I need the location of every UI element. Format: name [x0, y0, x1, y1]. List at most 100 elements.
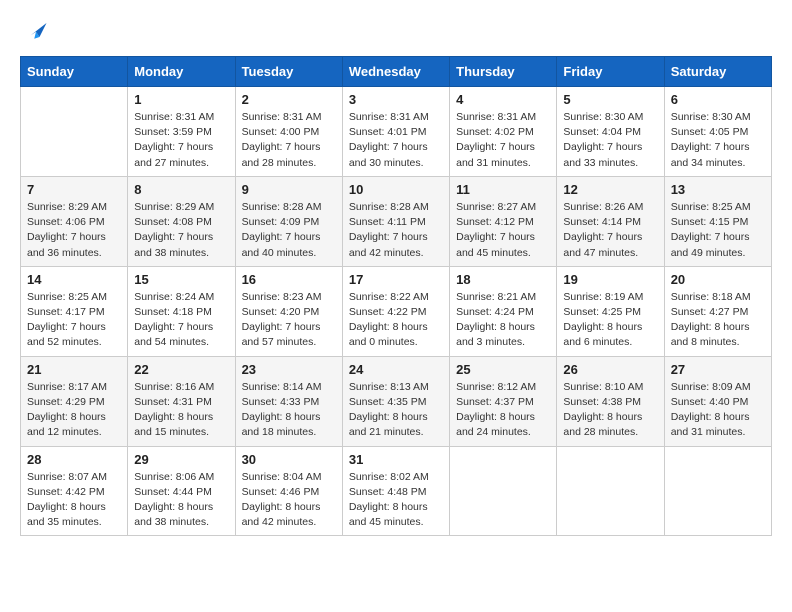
day-info: Sunrise: 8:13 AM Sunset: 4:35 PM Dayligh… [349, 380, 443, 441]
calendar-cell: 28 Sunrise: 8:07 AM Sunset: 4:42 PM Dayli… [21, 446, 128, 536]
calendar-cell: 11Sunrise: 8:27 AM Sunset: 4:12 PM Dayli… [450, 176, 557, 266]
calendar-cell: 19 Sunrise: 8:19 AM Sunset: 4:25 PM Dayli… [557, 266, 664, 356]
day-info: Sunrise: 8:18 AM Sunset: 4:27 PM Dayligh… [671, 290, 765, 351]
day-number: 1 [134, 92, 228, 107]
day-info: Sunrise: 8:30 AM Sunset: 4:05 PM Dayligh… [671, 110, 765, 171]
calendar-cell: 18 Sunrise: 8:21 AM Sunset: 4:24 PM Dayli… [450, 266, 557, 356]
day-number: 11 [456, 182, 550, 197]
day-number: 19 [563, 272, 657, 287]
day-info: Sunrise: 8:28 AM Sunset: 4:11 PM Dayligh… [349, 200, 443, 261]
day-number: 16 [242, 272, 336, 287]
day-number: 15 [134, 272, 228, 287]
day-info: Sunrise: 8:09 AM Sunset: 4:40 PM Dayligh… [671, 380, 765, 441]
calendar-cell: 27 Sunrise: 8:09 AM Sunset: 4:40 PM Dayli… [664, 356, 771, 446]
day-info: Sunrise: 8:21 AM Sunset: 4:24 PM Dayligh… [456, 290, 550, 351]
day-info: Sunrise: 8:28 AM Sunset: 4:09 PM Dayligh… [242, 200, 336, 261]
day-number: 28 [27, 452, 121, 467]
weekday-header-wednesday: Wednesday [342, 57, 449, 87]
calendar-cell: 20 Sunrise: 8:18 AM Sunset: 4:27 PM Dayli… [664, 266, 771, 356]
calendar-cell: 14 Sunrise: 8:25 AM Sunset: 4:17 PM Dayli… [21, 266, 128, 356]
day-info: Sunrise: 8:17 AM Sunset: 4:29 PM Dayligh… [27, 380, 121, 441]
weekday-header-tuesday: Tuesday [235, 57, 342, 87]
calendar-week-row: 21 Sunrise: 8:17 AM Sunset: 4:29 PM Dayli… [21, 356, 772, 446]
day-info: Sunrise: 8:22 AM Sunset: 4:22 PM Dayligh… [349, 290, 443, 351]
weekday-header-monday: Monday [128, 57, 235, 87]
weekday-header-saturday: Saturday [664, 57, 771, 87]
calendar-cell: 6 Sunrise: 8:30 AM Sunset: 4:05 PM Daylig… [664, 87, 771, 177]
calendar-cell [450, 446, 557, 536]
calendar-week-row: 14 Sunrise: 8:25 AM Sunset: 4:17 PM Dayli… [21, 266, 772, 356]
header [20, 16, 772, 46]
day-info: Sunrise: 8:30 AM Sunset: 4:04 PM Dayligh… [563, 110, 657, 171]
day-info: Sunrise: 8:06 AM Sunset: 4:44 PM Dayligh… [134, 470, 228, 531]
calendar-cell: 1 Sunrise: 8:31 AM Sunset: 3:59 PM Daylig… [128, 87, 235, 177]
day-info: Sunrise: 8:25 AM Sunset: 4:17 PM Dayligh… [27, 290, 121, 351]
day-number: 23 [242, 362, 336, 377]
day-info: Sunrise: 8:31 AM Sunset: 4:02 PM Dayligh… [456, 110, 550, 171]
calendar-cell: 9Sunrise: 8:28 AM Sunset: 4:09 PM Daylig… [235, 176, 342, 266]
day-info: Sunrise: 8:14 AM Sunset: 4:33 PM Dayligh… [242, 380, 336, 441]
day-info: Sunrise: 8:29 AM Sunset: 4:08 PM Dayligh… [134, 200, 228, 261]
day-number: 29 [134, 452, 228, 467]
day-info: Sunrise: 8:02 AM Sunset: 4:48 PM Dayligh… [349, 470, 443, 531]
day-info: Sunrise: 8:31 AM Sunset: 4:00 PM Dayligh… [242, 110, 336, 171]
day-number: 7 [27, 182, 121, 197]
day-number: 25 [456, 362, 550, 377]
calendar-cell: 10 Sunrise: 8:28 AM Sunset: 4:11 PM Dayli… [342, 176, 449, 266]
day-number: 8 [134, 182, 228, 197]
calendar-week-row: 7 Sunrise: 8:29 AM Sunset: 4:06 PM Daylig… [21, 176, 772, 266]
calendar-table: SundayMondayTuesdayWednesdayThursdayFrid… [20, 56, 772, 536]
calendar-cell: 26 Sunrise: 8:10 AM Sunset: 4:38 PM Dayli… [557, 356, 664, 446]
day-number: 5 [563, 92, 657, 107]
logo [20, 16, 50, 46]
day-info: Sunrise: 8:16 AM Sunset: 4:31 PM Dayligh… [134, 380, 228, 441]
day-number: 17 [349, 272, 443, 287]
day-info: Sunrise: 8:19 AM Sunset: 4:25 PM Dayligh… [563, 290, 657, 351]
calendar-cell: 17 Sunrise: 8:22 AM Sunset: 4:22 PM Dayli… [342, 266, 449, 356]
calendar-cell: 4 Sunrise: 8:31 AM Sunset: 4:02 PM Daylig… [450, 87, 557, 177]
day-info: Sunrise: 8:12 AM Sunset: 4:37 PM Dayligh… [456, 380, 550, 441]
day-number: 10 [349, 182, 443, 197]
day-number: 31 [349, 452, 443, 467]
calendar-page: SundayMondayTuesdayWednesdayThursdayFrid… [0, 0, 792, 612]
calendar-cell: 5 Sunrise: 8:30 AM Sunset: 4:04 PM Daylig… [557, 87, 664, 177]
calendar-cell: 16 Sunrise: 8:23 AM Sunset: 4:20 PM Dayli… [235, 266, 342, 356]
calendar-cell: 23 Sunrise: 8:14 AM Sunset: 4:33 PM Dayli… [235, 356, 342, 446]
calendar-cell: 8 Sunrise: 8:29 AM Sunset: 4:08 PM Daylig… [128, 176, 235, 266]
day-info: Sunrise: 8:04 AM Sunset: 4:46 PM Dayligh… [242, 470, 336, 531]
day-info: Sunrise: 8:31 AM Sunset: 3:59 PM Dayligh… [134, 110, 228, 171]
day-number: 14 [27, 272, 121, 287]
day-number: 21 [27, 362, 121, 377]
day-number: 12 [563, 182, 657, 197]
calendar-cell [557, 446, 664, 536]
calendar-cell: 7 Sunrise: 8:29 AM Sunset: 4:06 PM Daylig… [21, 176, 128, 266]
calendar-header-row: SundayMondayTuesdayWednesdayThursdayFrid… [21, 57, 772, 87]
day-number: 24 [349, 362, 443, 377]
day-number: 13 [671, 182, 765, 197]
day-info: Sunrise: 8:25 AM Sunset: 4:15 PM Dayligh… [671, 200, 765, 261]
weekday-header-thursday: Thursday [450, 57, 557, 87]
calendar-cell: 15 Sunrise: 8:24 AM Sunset: 4:18 PM Dayli… [128, 266, 235, 356]
day-number: 22 [134, 362, 228, 377]
day-number: 26 [563, 362, 657, 377]
day-number: 18 [456, 272, 550, 287]
day-info: Sunrise: 8:24 AM Sunset: 4:18 PM Dayligh… [134, 290, 228, 351]
day-number: 2 [242, 92, 336, 107]
day-number: 6 [671, 92, 765, 107]
calendar-week-row: 28 Sunrise: 8:07 AM Sunset: 4:42 PM Dayli… [21, 446, 772, 536]
logo-bird-icon [22, 16, 50, 44]
day-info: Sunrise: 8:23 AM Sunset: 4:20 PM Dayligh… [242, 290, 336, 351]
calendar-cell: 30Sunrise: 8:04 AM Sunset: 4:46 PM Dayli… [235, 446, 342, 536]
day-info: Sunrise: 8:07 AM Sunset: 4:42 PM Dayligh… [27, 470, 121, 531]
day-info: Sunrise: 8:10 AM Sunset: 4:38 PM Dayligh… [563, 380, 657, 441]
calendar-cell [21, 87, 128, 177]
day-number: 27 [671, 362, 765, 377]
calendar-cell: 25 Sunrise: 8:12 AM Sunset: 4:37 PM Dayli… [450, 356, 557, 446]
day-info: Sunrise: 8:29 AM Sunset: 4:06 PM Dayligh… [27, 200, 121, 261]
day-number: 4 [456, 92, 550, 107]
day-number: 20 [671, 272, 765, 287]
weekday-header-friday: Friday [557, 57, 664, 87]
day-number: 3 [349, 92, 443, 107]
calendar-cell: 3Sunrise: 8:31 AM Sunset: 4:01 PM Daylig… [342, 87, 449, 177]
calendar-cell: 31 Sunrise: 8:02 AM Sunset: 4:48 PM Dayli… [342, 446, 449, 536]
